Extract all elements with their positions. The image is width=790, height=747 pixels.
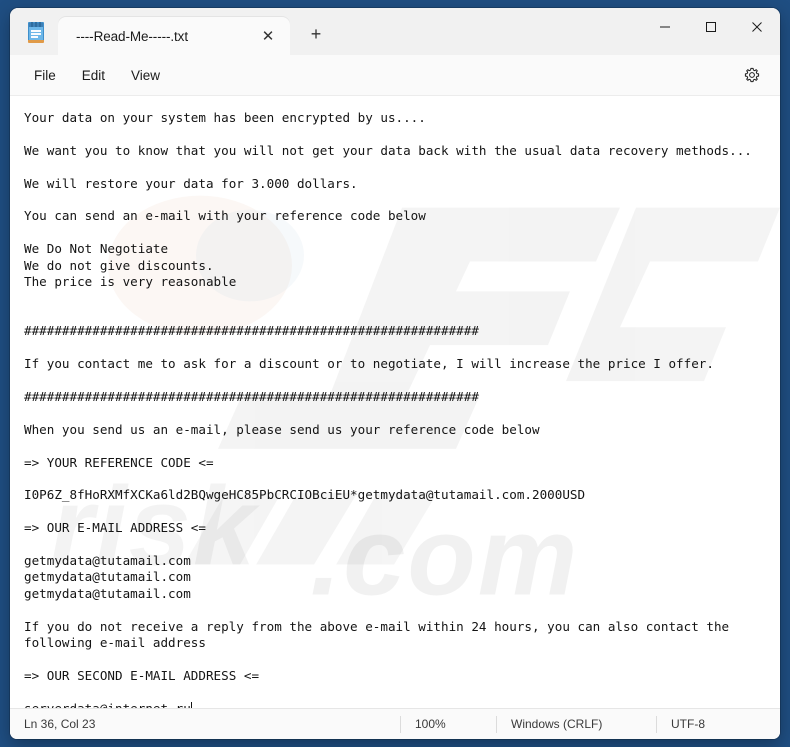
desktop-background: ----Read-Me-----.txt ✕ + File Edit View … [0, 0, 790, 747]
title-bar: ----Read-Me-----.txt ✕ + [10, 8, 780, 55]
status-bar: Ln 36, Col 23 100% Windows (CRLF) UTF-8 [10, 708, 780, 739]
notepad-icon [26, 22, 46, 44]
maximize-button[interactable] [688, 8, 734, 46]
window-controls [642, 8, 780, 46]
gear-icon[interactable] [738, 61, 766, 89]
menu-edit[interactable]: Edit [72, 63, 115, 88]
status-encoding[interactable]: UTF-8 [656, 715, 719, 733]
menu-view[interactable]: View [121, 63, 170, 88]
minimize-button[interactable] [642, 8, 688, 46]
text-editor-area[interactable]: .com risk Your data on your system has b… [10, 96, 780, 708]
text-caret [190, 701, 192, 708]
status-zoom-level[interactable]: 100% [400, 715, 496, 733]
tab-read-me[interactable]: ----Read-Me-----.txt ✕ [58, 17, 290, 55]
tab-title: ----Read-Me-----.txt [76, 28, 188, 44]
menu-bar: File Edit View [10, 55, 780, 96]
close-window-button[interactable] [734, 8, 780, 46]
new-tab-icon[interactable]: + [302, 20, 330, 48]
status-line-column[interactable]: Ln 36, Col 23 [10, 716, 400, 733]
note-text[interactable]: Your data on your system has been encryp… [10, 96, 780, 708]
menu-file[interactable]: File [24, 63, 66, 88]
status-line-ending[interactable]: Windows (CRLF) [496, 715, 656, 733]
notepad-window: ----Read-Me-----.txt ✕ + File Edit View … [10, 8, 780, 739]
close-tab-icon[interactable]: ✕ [254, 22, 282, 50]
